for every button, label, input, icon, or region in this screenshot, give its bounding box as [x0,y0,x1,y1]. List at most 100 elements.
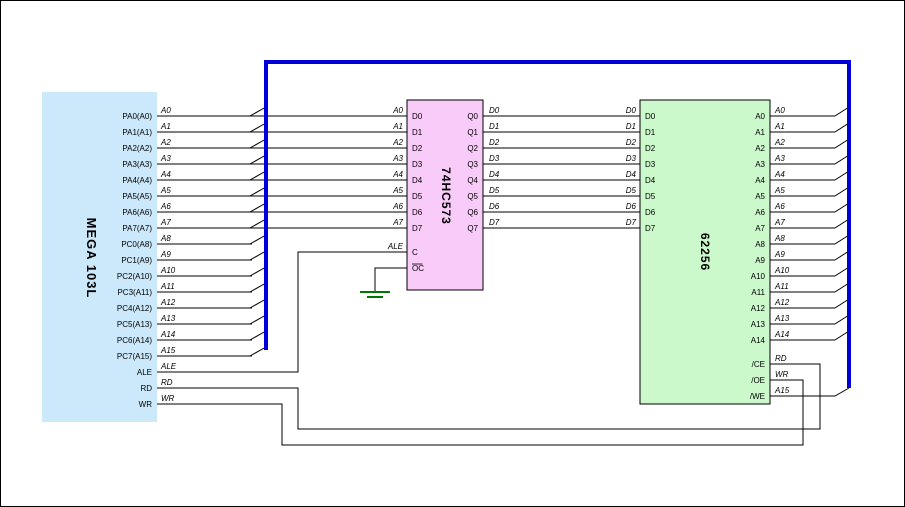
pin-label-74hc573-q5: Q5 [467,192,478,201]
pin-label-74hc573-d2: D2 [412,144,423,153]
net-label-sram-in-d5: D5 [626,186,637,195]
pin-label-mega-103l-pc1a9: PC1(A9) [121,256,152,265]
pin-label-mega-103l-pa0a0: PA0(A0) [122,112,152,121]
pin-label-62256-ce: /CE [752,360,765,369]
pin-label-62256-a0: A0 [755,112,765,121]
net-label-mega-side-a6: A6 [160,202,171,211]
pin-label-mega-103l-pc7a15: PC7(A15) [117,352,152,361]
net-label-sram-side-wr: WR [775,370,789,379]
bus-tap [835,187,849,196]
bus-tap [250,107,266,116]
bus-tap [835,315,849,324]
net-label-sram-side-a1: A1 [774,122,785,131]
pin-label-74hc573-d0: D0 [412,112,423,121]
pin-label-74hc573-d1: D1 [412,128,423,137]
pin-label-74hc573-d4: D4 [412,176,423,185]
pin-label-mega-103l-pa2a2: PA2(A2) [122,144,152,153]
bus-tap [835,299,849,308]
pin-label-74hc573-d6: D6 [412,208,423,217]
net-label-mega-side-a11: A11 [160,282,175,291]
pin-label-mega-103l-pa4a4: PA4(A4) [122,176,152,185]
net-label-mega-side-a14: A14 [160,330,176,339]
net-label-latch-in-a7: A7 [392,218,403,227]
net-label-sram-in-d1: D1 [626,122,636,131]
net-label-sram-side-a0: A0 [774,106,785,115]
net-label-sram-side-a3: A3 [774,154,785,163]
pin-label-mega-103l-pa1a1: PA1(A1) [122,128,152,137]
schematic-svg: MEGA 103LPA0(A0)PA1(A1)PA2(A2)PA3(A3)PA4… [0,0,905,507]
pin-label-62256-d7: D7 [645,224,656,233]
bus-tap [250,203,266,212]
pin-label-62256-a1: A1 [755,128,765,137]
pin-label-62256-d5: D5 [645,192,656,201]
bus-tap [835,267,849,276]
pin-label-62256-d4: D4 [645,176,656,185]
pin-label-74hc573-c: C [412,248,418,257]
net-label-sram-side-rd: RD [775,354,787,363]
pin-label-62256-a7: A7 [755,224,765,233]
pin-label-62256-a3: A3 [755,160,765,169]
net-label-sram-in-d0: D0 [626,106,637,115]
pin-label-74hc573-q0: Q0 [467,112,478,121]
bus-tap [250,235,266,244]
net-label-mega-side-a7: A7 [160,218,171,227]
pin-label-62256-a12: A12 [751,304,766,313]
net-label-latch-out-d1: D1 [489,122,499,131]
pin-label-62256-oe: /OE [751,376,765,385]
net-label-sram-side-a4: A4 [774,170,785,179]
pin-label-62256-a5: A5 [755,192,765,201]
bus-tap [835,235,849,244]
pin-label-mega-103l-pc6a14: PC6(A14) [117,336,152,345]
pin-label-mega-103l-ale: ALE [137,368,152,377]
pin-label-mega-103l-rd: RD [140,384,152,393]
pin-label-74hc573-q3: Q3 [467,160,478,169]
pin-label-mega-103l-pc5a13: PC5(A13) [117,320,152,329]
pin-label-74hc573-d7: D7 [412,224,423,233]
ale-route [157,252,407,372]
net-label-mega-side-a13: A13 [160,314,176,323]
net-label-latch-out-d6: D6 [489,202,500,211]
bus-tap [250,123,266,132]
bus-tap [835,139,849,148]
net-label-latch-in-a0: A0 [392,106,403,115]
bus-tap [835,251,849,260]
bus-tap [250,299,266,308]
pin-label-62256-a9: A9 [755,256,765,265]
net-label-latch-out-d4: D4 [489,170,500,179]
bus-tap [835,203,849,212]
net-label-latch-in-a1: A1 [392,122,403,131]
bus-tap [835,107,849,116]
net-label-mega-side-a8: A8 [160,234,171,243]
pin-label-74hc573-q4: Q4 [467,176,478,185]
net-label-mega-side-a1: A1 [160,122,171,131]
net-label-sram-in-d2: D2 [626,138,637,147]
net-label-latch-in-a3: A3 [392,154,403,163]
pin-label-62256-a2: A2 [755,144,765,153]
pin-label-mega-103l-pc3a11: PC3(A11) [117,288,152,297]
net-label-mega-side-a15: A15 [160,346,176,355]
pin-label-62256-a10: A10 [751,272,766,281]
bus-tap [250,267,266,276]
net-label-mega-side-a3: A3 [160,154,171,163]
pin-label-74hc573-d3: D3 [412,160,423,169]
bus-tap [250,347,266,356]
bus-tap [250,331,266,340]
bus-tap [835,219,849,228]
pin-label-mega-103l-wr: WR [139,400,153,409]
bus-tap [835,283,849,292]
net-label-sram-side-a7: A7 [774,218,785,227]
pin-label-74hc573-d5: D5 [412,192,423,201]
pin-label-62256-a6: A6 [755,208,765,217]
pin-label-mega-103l-pa5a5: PA5(A5) [122,192,152,201]
chip-title-mega-103l: MEGA 103L [84,218,99,299]
pin-label-62256-d6: D6 [645,208,656,217]
chip-title-74hc573: 74HC573 [439,167,453,225]
net-label-sram-in-d7: D7 [626,218,637,227]
pin-label-62256-d3: D3 [645,160,656,169]
bus-tap [835,171,849,180]
net-label-mega-side-a9: A9 [160,250,171,259]
bus-tap [250,219,266,228]
net-label-sram-side-a2: A2 [774,138,785,147]
pin-label-62256-a11: A11 [751,288,765,297]
chip-title-62256: 62256 [698,233,712,271]
